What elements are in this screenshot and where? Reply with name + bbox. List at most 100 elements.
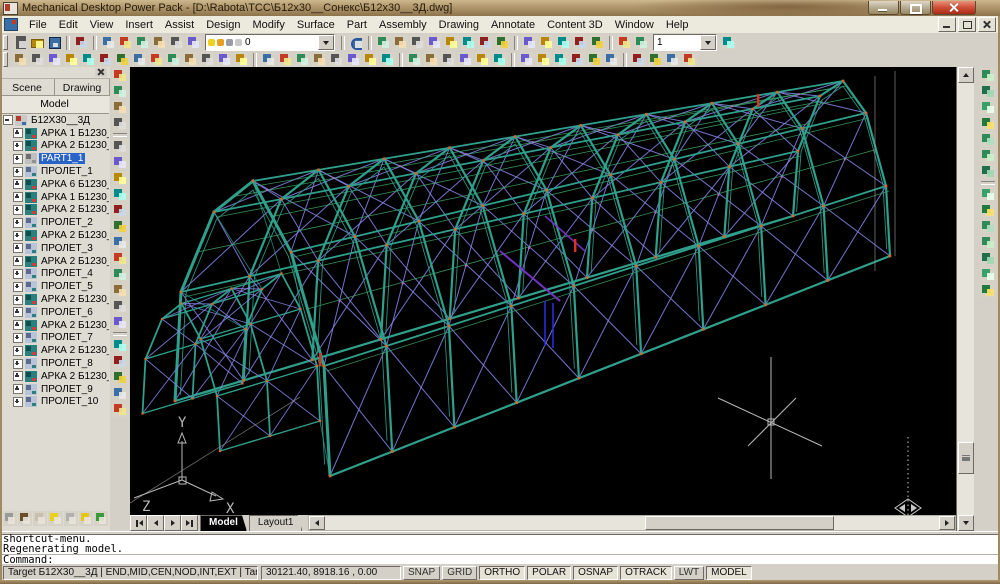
tree-item[interactable]: ПРОЛЕТ_7 bbox=[0, 332, 109, 345]
tree-item-label[interactable]: ПРОЛЕТ_9 bbox=[39, 384, 95, 395]
toolbar-icon[interactable] bbox=[682, 52, 697, 67]
menu-item-insert[interactable]: Insert bbox=[119, 18, 159, 32]
checker-icon[interactable] bbox=[64, 511, 78, 526]
viewport-canvas[interactable]: Y X Z bbox=[130, 67, 956, 515]
toolbar-icon[interactable] bbox=[186, 35, 201, 50]
tree-item[interactable]: ПРОЛЕТ_4 bbox=[0, 268, 109, 281]
tab-nav-last-button[interactable] bbox=[181, 515, 198, 531]
update-arrow-icon[interactable] bbox=[79, 511, 93, 526]
status-toggle-otrack[interactable]: OTRACK bbox=[620, 566, 672, 580]
menu-item-window[interactable]: Window bbox=[609, 18, 660, 32]
toolbar-icon[interactable] bbox=[295, 52, 310, 67]
h-scroll-right-button[interactable] bbox=[939, 516, 955, 530]
toolbar-icon[interactable] bbox=[112, 338, 128, 353]
stamp-icon[interactable] bbox=[18, 511, 32, 526]
status-toggle-snap[interactable]: SNAP bbox=[403, 566, 440, 580]
h-scroll-left-button[interactable] bbox=[309, 516, 325, 530]
clipboard-icon[interactable] bbox=[33, 511, 47, 526]
toolbar-icon[interactable] bbox=[112, 219, 128, 234]
toolbar-icon[interactable] bbox=[444, 35, 459, 50]
toolbar-icon[interactable] bbox=[980, 164, 996, 179]
browser-model-tab[interactable]: Model bbox=[0, 96, 109, 114]
toolbar-icon[interactable] bbox=[149, 52, 164, 67]
menu-item-assist[interactable]: Assist bbox=[159, 18, 200, 32]
toolbar-icon[interactable] bbox=[118, 35, 133, 50]
mdi-close-button[interactable] bbox=[978, 17, 996, 32]
toolbar-icon[interactable] bbox=[424, 52, 439, 67]
tree-item-label[interactable]: ПРОЛЕТ_4 bbox=[39, 268, 95, 279]
tree-item-label[interactable]: АРКА 2 Б1230_9 bbox=[39, 371, 109, 382]
toolbar-icon[interactable] bbox=[522, 35, 537, 50]
toolbar-icon[interactable] bbox=[112, 171, 128, 186]
toolbar-icon[interactable] bbox=[112, 402, 128, 417]
toolbar-icon[interactable] bbox=[648, 52, 663, 67]
toolbar-icon[interactable] bbox=[81, 52, 96, 67]
toolbar-icon[interactable] bbox=[346, 52, 361, 67]
tree-item[interactable]: АРКА 2 Б1230_2 bbox=[0, 204, 109, 217]
open-file-button[interactable] bbox=[30, 35, 45, 50]
toolbar-icon[interactable] bbox=[112, 68, 128, 83]
expand-plus-icon[interactable] bbox=[13, 295, 23, 305]
layer-combo-dropdown-button[interactable] bbox=[318, 35, 334, 50]
menu-item-annotate[interactable]: Annotate bbox=[485, 18, 541, 32]
tree-item-label[interactable]: ПРОЛЕТ_2 bbox=[39, 217, 95, 228]
toolbar-icon[interactable] bbox=[278, 52, 293, 67]
toolbar-icon[interactable] bbox=[980, 187, 996, 202]
tree-item-label[interactable]: АРКА 2 Б1230_8 bbox=[39, 345, 109, 356]
status-toggle-ortho[interactable]: ORTHO bbox=[479, 566, 525, 580]
toolbar-icon[interactable] bbox=[461, 35, 476, 50]
style-combo-dropdown-button[interactable] bbox=[700, 35, 716, 50]
toolbar-icon[interactable] bbox=[312, 52, 327, 67]
toolbar-icon[interactable] bbox=[980, 148, 996, 163]
sheet-tab-layout1[interactable]: Layout1 bbox=[249, 515, 303, 531]
tree-item[interactable]: ПРОЛЕТ_9 bbox=[0, 383, 109, 396]
tree-item-label[interactable]: АРКА 2 Б1230_3 bbox=[39, 230, 109, 241]
toolbar-grip[interactable] bbox=[3, 52, 8, 67]
browser-close-button[interactable] bbox=[95, 68, 107, 77]
expand-plus-icon[interactable] bbox=[13, 128, 23, 138]
expand-plus-icon[interactable] bbox=[13, 231, 23, 241]
menu-item-file[interactable]: File bbox=[23, 18, 53, 32]
tree-item[interactable]: ПРОЛЕТ_1 bbox=[0, 165, 109, 178]
toolbar-icon[interactable] bbox=[261, 52, 276, 67]
status-toggle-polar[interactable]: POLAR bbox=[527, 566, 571, 580]
status-toggle-osnap[interactable]: OSNAP bbox=[573, 566, 618, 580]
tree-item-label[interactable]: АРКА 2 Б1230_7 bbox=[39, 320, 109, 331]
expand-plus-icon[interactable] bbox=[13, 282, 23, 292]
status-toggle-lwt[interactable]: LWT bbox=[674, 566, 704, 580]
status-coordinates-field[interactable]: 30121.40, 8918.16 , 0.00 bbox=[261, 566, 401, 580]
toolbar-icon[interactable] bbox=[112, 116, 128, 131]
toolbar-icon[interactable] bbox=[64, 52, 79, 67]
toolbar-icon[interactable] bbox=[519, 52, 534, 67]
expand-plus-icon[interactable] bbox=[13, 346, 23, 356]
toolbar-icon[interactable] bbox=[980, 84, 996, 99]
document-icon[interactable] bbox=[4, 18, 18, 31]
v-scroll-thumb[interactable] bbox=[958, 442, 974, 474]
tree-item-label[interactable]: АРКА 2 Б1230_6 bbox=[39, 294, 109, 305]
status-toggle-model[interactable]: MODEL bbox=[706, 566, 752, 580]
expand-plus-icon[interactable] bbox=[13, 269, 23, 279]
toolbar-icon[interactable] bbox=[380, 52, 395, 67]
menu-item-modify[interactable]: Modify bbox=[246, 18, 290, 32]
toolbar-icon[interactable] bbox=[590, 35, 605, 50]
menu-item-drawing[interactable]: Drawing bbox=[433, 18, 485, 32]
tree-item-label[interactable]: АРКА 1 Б1230_2 bbox=[39, 192, 109, 203]
tree-item-label[interactable]: ПРОЛЕТ_7 bbox=[39, 332, 95, 343]
tree-item-label[interactable]: ПРОЛЕТ_5 bbox=[39, 281, 95, 292]
horizontal-scrollbar[interactable] bbox=[308, 515, 956, 531]
menu-item-design[interactable]: Design bbox=[200, 18, 246, 32]
command-window[interactable]: shortcut-menu. Regenerating model. Comma… bbox=[0, 534, 1000, 564]
toolbar-icon[interactable] bbox=[112, 84, 128, 99]
toolbar-icon[interactable] bbox=[13, 52, 28, 67]
toolbar-icon[interactable] bbox=[980, 235, 996, 250]
expand-plus-icon[interactable] bbox=[13, 371, 23, 381]
expand-plus-icon[interactable] bbox=[13, 320, 23, 330]
tree-item-label[interactable]: ПРОЛЕТ_6 bbox=[39, 307, 95, 318]
tree-item-label[interactable]: ПРОЛЕТ_3 bbox=[39, 243, 95, 254]
style-combo[interactable]: 1 bbox=[653, 34, 717, 51]
tree-item[interactable]: АРКА 1 Б1230_1 bbox=[0, 127, 109, 140]
tree-item-label[interactable]: ПРОЛЕТ_10 bbox=[39, 396, 100, 407]
toolbar-icon[interactable] bbox=[112, 315, 128, 330]
tree-item[interactable]: АРКА 1 Б1230_2 bbox=[0, 191, 109, 204]
toolbar-icon[interactable] bbox=[112, 386, 128, 401]
